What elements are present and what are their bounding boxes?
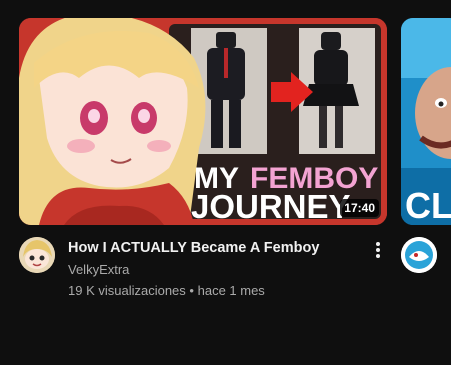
video-thumbnail-next[interactable]: CL [401, 18, 451, 225]
view-count: 19 K visualizaciones [68, 283, 186, 298]
avatar-artwork [19, 237, 55, 273]
channel-avatar-next[interactable] [401, 237, 437, 273]
video-thumbnail[interactable]: MY FEMBOY JOURNEY 17:40 [19, 18, 387, 225]
video-details: How I ACTUALLY Became A Femboy VelkyExtr… [19, 237, 387, 307]
video-stats: 19 K visualizaciones • hace 1 mes [68, 283, 265, 299]
more-vert-icon[interactable] [368, 239, 388, 261]
avatar-artwork-next [401, 237, 437, 273]
thumb-text-journey: JOURNEY [191, 188, 351, 225]
thumbnail-artwork: MY FEMBOY JOURNEY [19, 18, 387, 225]
thumb-text-next: CL [405, 185, 451, 225]
duration-badge: 17:40 [340, 199, 379, 217]
video-card[interactable]: MY FEMBOY JOURNEY 17:40 How I ACTUALLY B… [19, 18, 387, 298]
video-title[interactable]: How I ACTUALLY Became A Femboy [68, 239, 319, 257]
thumbnail-artwork-next: CL [401, 18, 451, 225]
channel-name[interactable]: VelkyExtra [68, 262, 129, 278]
channel-avatar[interactable] [19, 237, 55, 273]
video-feed: MY FEMBOY JOURNEY 17:40 How I ACTUALLY B… [0, 0, 451, 365]
video-card-next[interactable]: CL [401, 18, 451, 273]
stats-separator: • [189, 283, 194, 298]
upload-age: hace 1 mes [197, 283, 265, 298]
